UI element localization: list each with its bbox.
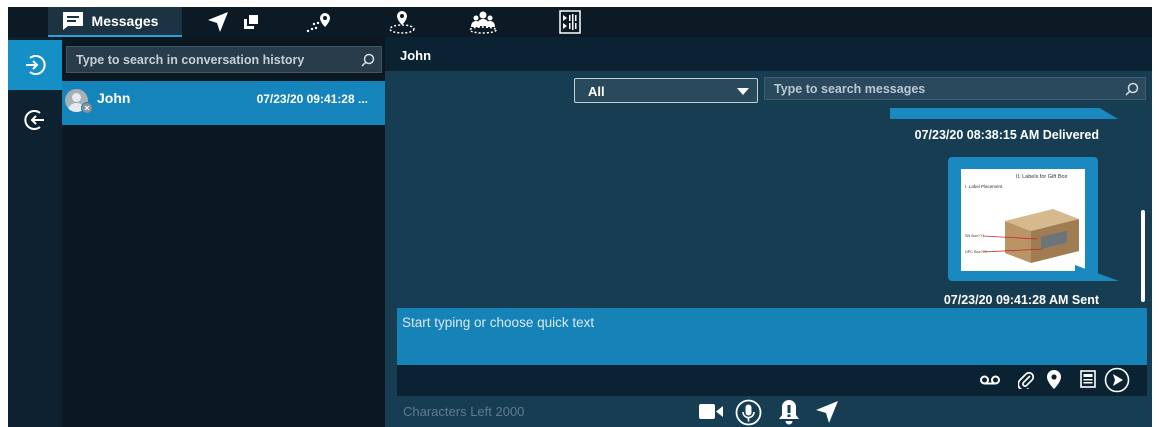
microphone-icon[interactable] — [735, 399, 762, 426]
document-icon[interactable] — [1080, 370, 1096, 388]
chat-title: John — [400, 48, 432, 63]
image-label-a: SN Box??? — [965, 234, 984, 238]
tab-location[interactable] — [198, 7, 238, 37]
search-icon[interactable] — [1125, 82, 1139, 96]
paperclip-icon[interactable] — [1018, 371, 1034, 389]
tab-group[interactable] — [466, 7, 500, 37]
message-status: 07/23/20 09:41:28 AM Sent — [943, 293, 1099, 307]
map-pin-icon[interactable] — [1047, 370, 1061, 389]
message-filter-value: All — [588, 84, 605, 99]
tab-route[interactable] — [302, 7, 336, 37]
image-subheading: I. Label Placement — [965, 184, 1003, 189]
offline-badge-icon: × — [81, 102, 93, 114]
tab-media-list[interactable] — [556, 7, 584, 37]
media-list-icon — [559, 10, 581, 34]
image-message-bubble[interactable]: II. Labels for Gift Box I. Label Placeme… — [948, 157, 1098, 281]
sign-out-icon — [24, 110, 44, 130]
chevron-down-icon — [737, 88, 749, 95]
route-icon — [306, 13, 330, 33]
message-bubble — [890, 108, 1118, 119]
composer-footer: Characters Left 2000 — [385, 396, 1152, 427]
location-arrow-icon[interactable] — [815, 400, 839, 424]
geofence-icon — [389, 11, 415, 34]
group-icon — [469, 11, 497, 34]
expand-icon — [244, 15, 258, 29]
conversation-search-input[interactable]: Type to search in conversation history — [66, 46, 382, 73]
search-icon[interactable] — [361, 53, 375, 67]
message-status: 07/23/20 08:38:15 AM Delivered — [914, 128, 1099, 142]
message-search-placeholder: Type to search messages — [774, 82, 926, 96]
tab-expand[interactable] — [240, 7, 262, 37]
conversation-search-placeholder: Type to search in conversation history — [76, 53, 305, 67]
messages-scrollbar[interactable] — [1141, 210, 1145, 302]
gift-box-image: II. Labels for Gift Box I. Label Placeme… — [965, 174, 1079, 263]
message-search-input[interactable]: Type to search messages — [764, 77, 1146, 100]
location-arrow-icon — [208, 12, 228, 32]
video-call-icon[interactable] — [699, 403, 723, 420]
image-heading: II. Labels for Gift Box — [1016, 174, 1068, 180]
messages-icon — [62, 12, 83, 30]
tab-geofence[interactable] — [386, 7, 418, 37]
characters-left: Characters Left 2000 — [403, 404, 525, 419]
chat-header: John — [385, 37, 1152, 71]
message-composer-input[interactable]: Start typing or choose quick text — [397, 308, 1147, 365]
left-rail — [8, 37, 62, 427]
alert-bell-icon[interactable] — [777, 399, 801, 425]
tab-messages-label: Messages — [91, 13, 159, 29]
tab-messages[interactable]: Messages — [48, 7, 182, 37]
sign-in-icon — [26, 55, 46, 75]
rail-sign-in-button[interactable] — [8, 40, 62, 90]
conversation-name: John — [97, 90, 131, 106]
conversation-list-panel: Type to search in conversation history ×… — [62, 37, 385, 427]
message-filter-select[interactable]: All — [574, 78, 758, 103]
composer-placeholder: Start typing or choose quick text — [402, 315, 595, 330]
composer-toolbar — [397, 365, 1147, 396]
voicemail-icon[interactable] — [980, 374, 1000, 386]
conversation-time: 07/23/20 09:41:28 ... — [256, 92, 368, 106]
image-attachment[interactable]: II. Labels for Gift Box I. Label Placeme… — [961, 169, 1085, 271]
image-label-b: UPC Box??? — [965, 250, 987, 254]
send-icon[interactable] — [1104, 367, 1130, 393]
conversation-item[interactable]: × John 07/23/20 09:41:28 ... — [62, 81, 385, 125]
chat-panel: John All Type to search messages 07/23/2… — [385, 37, 1152, 427]
top-tab-bar: Messages — [8, 7, 1152, 37]
rail-sign-out-button[interactable] — [8, 95, 62, 145]
